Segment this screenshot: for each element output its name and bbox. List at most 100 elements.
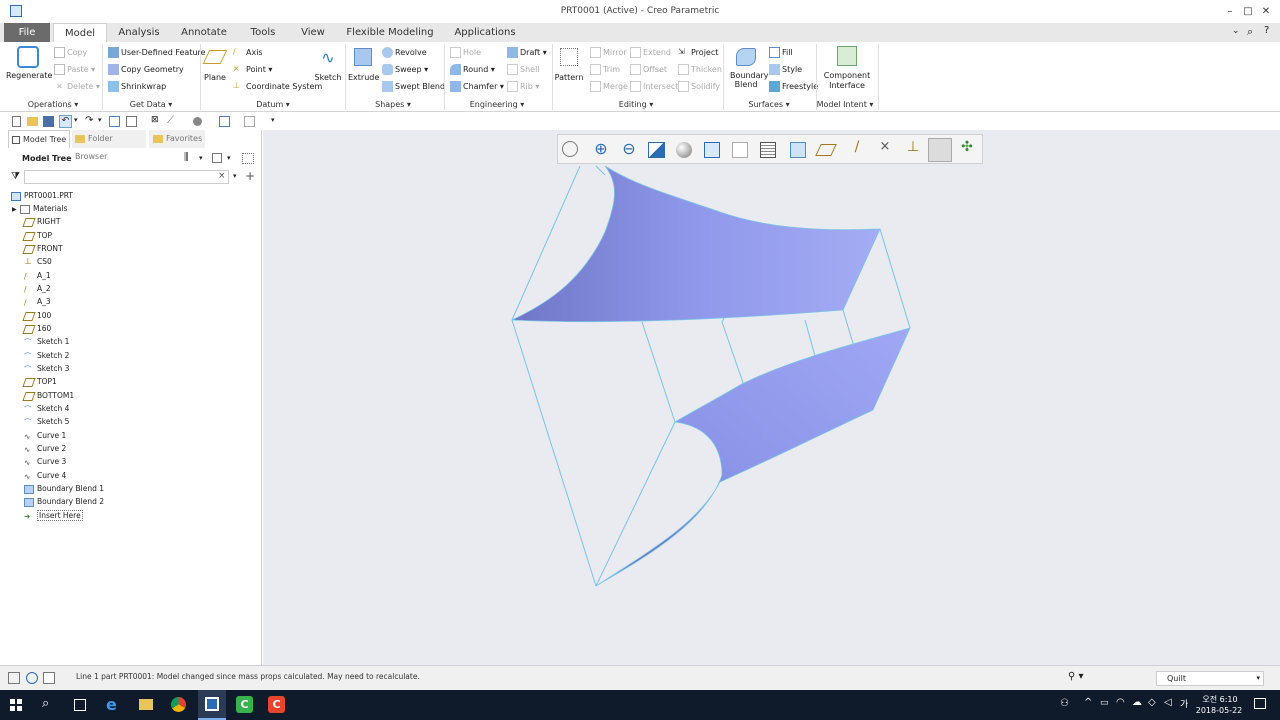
tree-item-sketch-3[interactable]: ⌒ Sketch 3 (24, 362, 69, 375)
point-display-icon[interactable]: × (874, 139, 896, 161)
tree-item-a3[interactable]: / A_3 (24, 295, 51, 308)
toggle-navigator-icon[interactable] (8, 672, 20, 684)
offset-button[interactable]: Offset (630, 64, 667, 75)
annotation-display-icon[interactable] (928, 138, 952, 162)
creo-taskbar-icon[interactable] (198, 690, 226, 720)
start-icon[interactable] (10, 699, 22, 711)
tab-file[interactable]: File (4, 23, 50, 42)
help-icon[interactable]: ? (1264, 25, 1269, 36)
selection-filter-mode-icon[interactable]: ⚲ ▾ (1068, 671, 1084, 682)
tray-network-icon[interactable]: ▭ (1100, 698, 1109, 708)
tab-tools[interactable]: Tools (240, 23, 286, 42)
tab-analysis[interactable]: Analysis (110, 23, 168, 42)
tab-view[interactable]: View (292, 23, 334, 42)
spin-center-icon[interactable]: ✣ (956, 139, 978, 161)
camtasia-icon[interactable]: C (236, 696, 253, 713)
sweep-button[interactable]: Sweep ▾ (382, 64, 428, 75)
paste-button[interactable]: Paste ▾ (54, 64, 95, 75)
customize-qat-icon[interactable]: ▾ (271, 116, 275, 124)
copy-button[interactable]: Copy (54, 47, 87, 58)
pattern-button[interactable]: Pattern (554, 46, 584, 82)
chrome-icon[interactable] (171, 697, 186, 712)
freestyle-button[interactable]: Freestyle (769, 81, 818, 92)
search-dropdown-icon[interactable]: ▾ (233, 172, 237, 180)
full-screen-icon[interactable] (43, 672, 55, 684)
plane-button[interactable]: Plane (202, 46, 228, 82)
layers-icon[interactable] (244, 116, 255, 127)
tab-model[interactable]: Model (53, 23, 107, 42)
tray-wifi-icon[interactable]: ◠ (1116, 697, 1125, 708)
maximize-button[interactable]: □ (1238, 3, 1258, 20)
tray-volume-icon[interactable]: ◁ (1164, 697, 1172, 708)
regenerate-qat-icon[interactable] (109, 116, 120, 127)
revolve-button[interactable]: Revolve (382, 47, 427, 58)
tree-columns-icon[interactable]: ⫼ (184, 152, 189, 163)
plane-display-icon[interactable] (815, 144, 837, 156)
group-surfaces[interactable]: Surfaces ▾ (736, 100, 802, 111)
tray-people-icon[interactable]: ⚇ (1060, 698, 1069, 709)
style-button[interactable]: Style (769, 64, 802, 75)
expand-icon[interactable]: ▶ (12, 203, 20, 216)
task-view-icon[interactable] (74, 699, 86, 711)
shading-icon[interactable] (676, 142, 692, 158)
sketch-qat-icon[interactable]: ⟋ (167, 115, 174, 126)
close-button[interactable]: ✕ (1256, 3, 1276, 20)
redo-icon[interactable]: ↷ (85, 115, 93, 126)
group-engineering[interactable]: Engineering ▾ (464, 100, 530, 111)
tree-item-top[interactable]: TOP (22, 229, 52, 242)
appearance-icon[interactable] (193, 117, 202, 126)
close-window-icon[interactable]: ⊠ (151, 115, 159, 125)
group-operations[interactable]: Operations ▾ (20, 100, 86, 111)
group-shapes[interactable]: Shapes ▾ (360, 100, 426, 111)
tree-item-sketch-5[interactable]: ⌒ Sketch 5 (24, 415, 69, 428)
zoom-out-icon[interactable]: ⊖ (618, 139, 640, 161)
swept-blend-button[interactable]: Swept Blend (382, 81, 445, 92)
recorder-icon[interactable]: C (268, 696, 285, 713)
boundary-blend-1-surface[interactable] (511, 165, 881, 323)
filter-icon[interactable]: ⧩ (11, 171, 20, 182)
tab-folder-browser[interactable]: Folder Browser (72, 130, 146, 161)
file-explorer-icon[interactable] (139, 699, 153, 710)
tree-item-front[interactable]: FRONT (22, 242, 63, 255)
search-icon[interactable]: ⌕ (1247, 25, 1253, 39)
tree-item-boundary-blend-1[interactable]: Boundary Blend 1 (24, 482, 104, 495)
group-model-intent[interactable]: Model Intent ▾ (812, 100, 878, 111)
tree-item-sketch-4[interactable]: ⌒ Sketch 4 (24, 402, 69, 415)
round-button[interactable]: Round ▾ (450, 64, 495, 75)
tree-item-part[interactable]: PRT0001.PRT (11, 189, 73, 202)
notifications-icon[interactable] (1254, 698, 1266, 709)
toggle-browser-icon[interactable] (26, 672, 38, 684)
tab-applications[interactable]: Applications (446, 23, 524, 42)
tree-item-100[interactable]: 100 (22, 309, 51, 322)
open-icon[interactable] (27, 117, 38, 126)
refit-icon[interactable] (562, 141, 578, 157)
boundary-blend-2-surface[interactable] (595, 327, 911, 587)
tree-item-a1[interactable]: / A_1 (24, 269, 51, 282)
graphics-window[interactable]: ⊕ ⊖ / × ⊥ ✣ (263, 130, 1280, 665)
tree-item-curve-3[interactable]: ∿ Curve 3 (24, 455, 66, 468)
point-button[interactable]: × Point ▾ (233, 64, 272, 75)
search-icon[interactable]: ⌕ (42, 696, 49, 711)
hole-button[interactable]: Hole (450, 47, 481, 58)
new-icon[interactable] (12, 116, 21, 127)
clear-search-icon[interactable]: × (218, 171, 226, 181)
tree-search-input[interactable] (24, 170, 229, 184)
group-editing[interactable]: Editing ▾ (603, 100, 669, 111)
boundary-blend-button[interactable]: Boundary Blend (726, 46, 769, 89)
copy-geometry-button[interactable]: Copy Geometry (108, 64, 184, 75)
redo-dropdown-icon[interactable]: ▾ (98, 116, 102, 124)
tree-item-materials[interactable]: ▶ Materials (12, 202, 67, 215)
tree-item-right[interactable]: RIGHT (22, 215, 60, 228)
edge-browser-icon[interactable]: e (106, 695, 117, 714)
tray-dropbox-icon[interactable]: ◇ (1148, 697, 1156, 708)
tree-item-insert-here[interactable]: ➜ Insert Here (24, 509, 83, 522)
fill-button[interactable]: Fill (769, 47, 793, 58)
view-manager-icon[interactable] (732, 142, 748, 158)
shrinkwrap-button[interactable]: Shrinkwrap (108, 81, 166, 92)
tray-cloud-icon[interactable]: ☁ (1132, 697, 1142, 708)
tab-flexible-modeling[interactable]: Flexible Modeling (340, 23, 440, 42)
tree-item-bottom1[interactable]: BOTTOM1 (22, 389, 74, 402)
tab-annotate[interactable]: Annotate (172, 23, 236, 42)
windows-icon[interactable] (126, 116, 137, 127)
tree-columns-dropdown-icon[interactable]: ▾ (199, 154, 203, 162)
